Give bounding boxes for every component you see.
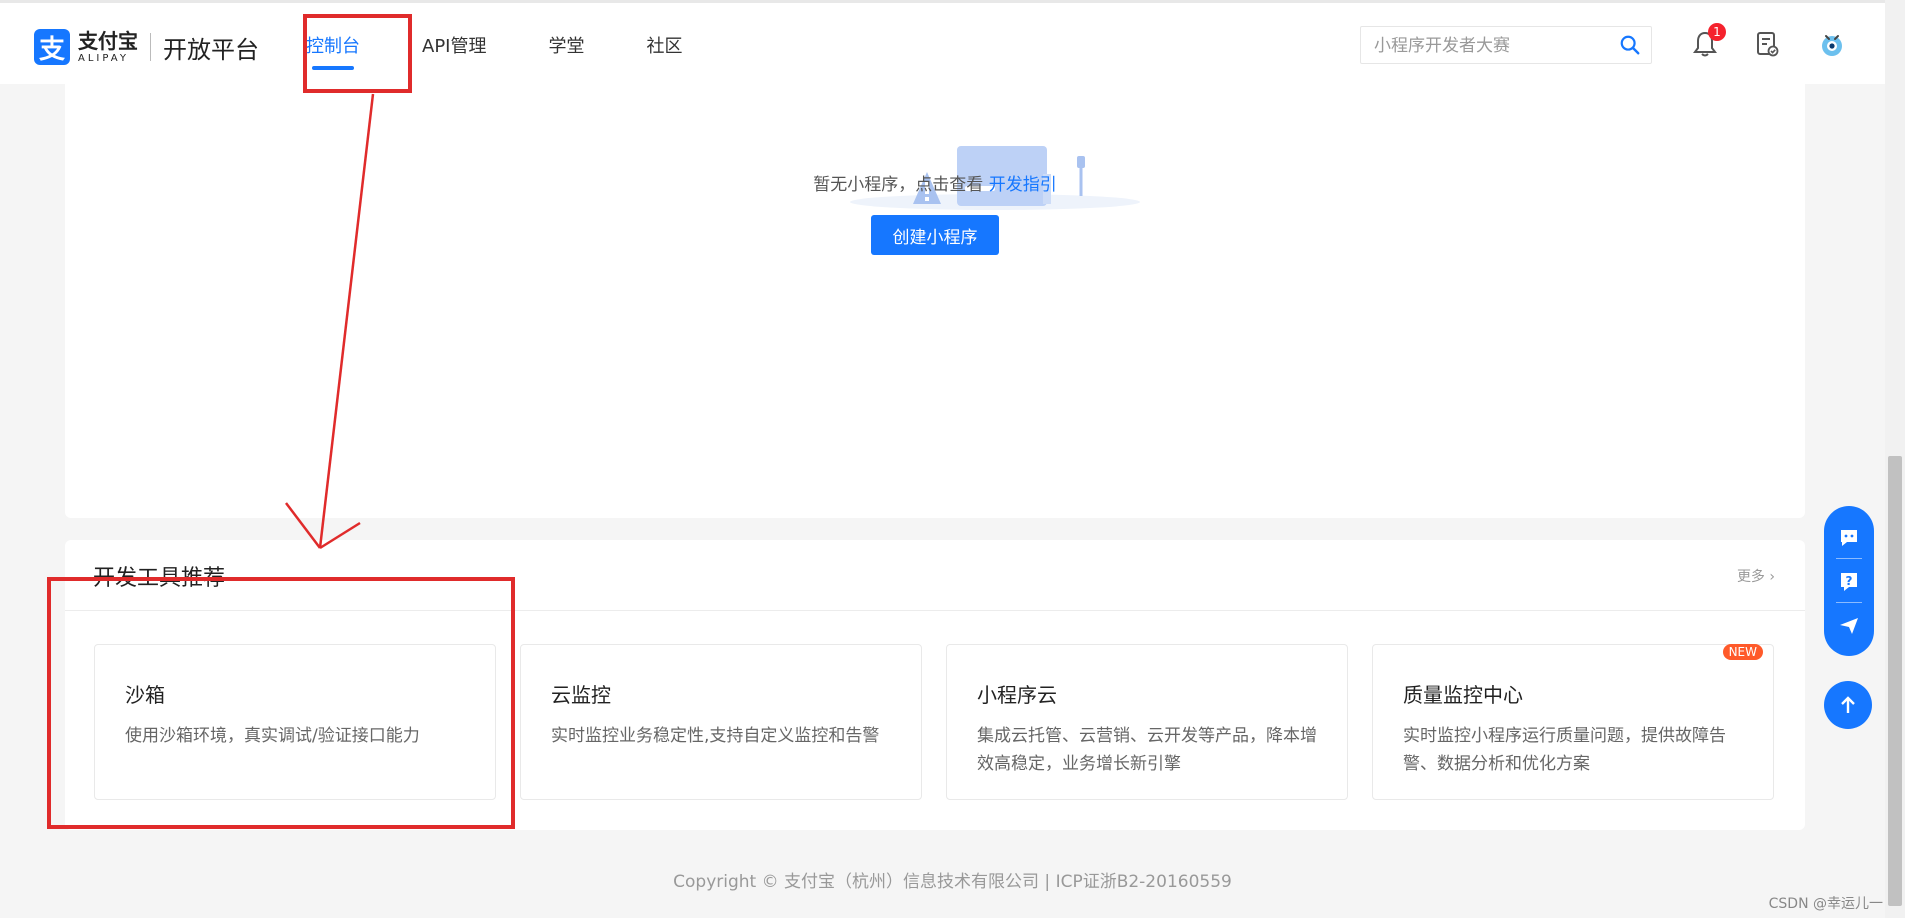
annotation-arrow — [285, 93, 375, 550]
